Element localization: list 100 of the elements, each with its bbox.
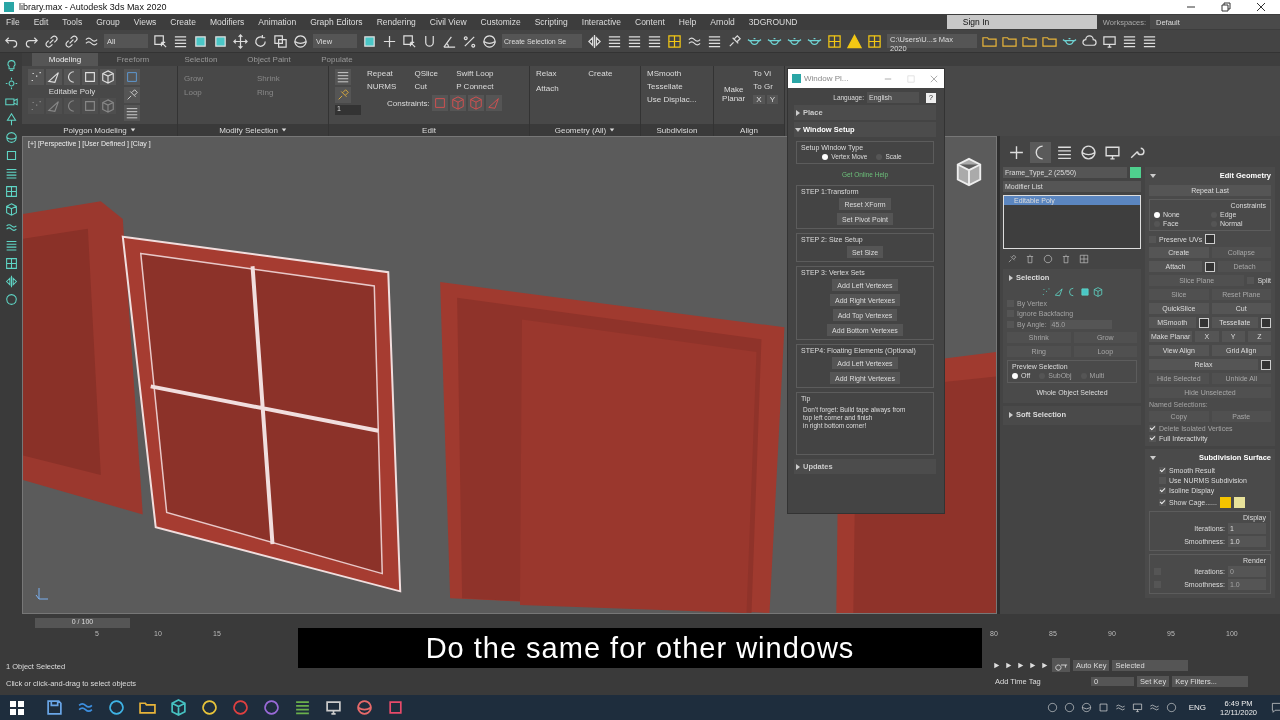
sun-icon[interactable] [4, 77, 18, 90]
list-icon[interactable] [294, 699, 311, 716]
warning-icon[interactable] [847, 33, 862, 49]
cube-icon[interactable] [1093, 287, 1103, 297]
square-icon[interactable] [193, 33, 208, 49]
cage-color-swatch[interactable] [1219, 497, 1231, 508]
vertex-icon[interactable] [28, 69, 44, 85]
square-icon[interactable] [1097, 702, 1109, 713]
monitor-icon[interactable] [1102, 33, 1117, 49]
axis-button[interactable]: X [753, 95, 765, 104]
ribbon-tool[interactable]: Repeat [367, 69, 405, 78]
menu-item[interactable]: Arnold [710, 17, 735, 27]
menu-item[interactable]: Content [635, 17, 665, 27]
trash-icon[interactable] [1025, 254, 1035, 264]
list-icon[interactable] [1142, 33, 1157, 49]
object-color-swatch[interactable] [1130, 167, 1141, 178]
wave-icon[interactable] [1148, 702, 1160, 713]
rotate-icon[interactable] [253, 33, 268, 49]
arc-icon[interactable] [64, 69, 80, 85]
list-icon[interactable] [607, 33, 622, 49]
scale-icon[interactable] [273, 33, 288, 49]
settings-button[interactable] [1198, 317, 1209, 328]
select-icon[interactable] [402, 33, 417, 49]
arc-icon[interactable] [1030, 142, 1051, 163]
ribbon-tab[interactable]: Selection [168, 53, 234, 66]
menu-item[interactable]: Edit [33, 17, 49, 27]
pin-icon[interactable] [124, 87, 140, 103]
menu-item[interactable]: Group [96, 17, 120, 27]
cloud-icon[interactable] [1082, 33, 1097, 49]
menu-item[interactable]: Help [678, 17, 697, 27]
menu-item[interactable]: Create [170, 17, 196, 27]
square-icon[interactable] [82, 69, 98, 85]
checkbox[interactable] [1159, 467, 1166, 474]
menu-item[interactable]: Civil View [429, 17, 467, 27]
triangle-icon[interactable] [1054, 287, 1064, 297]
list-icon[interactable] [1122, 33, 1137, 49]
grid-icon[interactable] [4, 185, 18, 198]
checkbox[interactable] [1149, 435, 1156, 442]
pin-icon[interactable] [727, 33, 742, 49]
list-icon[interactable] [627, 33, 642, 49]
ribbon-tool[interactable]: NURMS [367, 82, 405, 91]
grid-icon[interactable] [827, 33, 842, 49]
panel-title[interactable]: Geometry (All) [530, 124, 640, 136]
grid-icon[interactable] [4, 257, 18, 270]
ribbon-tool[interactable]: Use Displac... [647, 95, 707, 104]
monitor-icon[interactable] [1131, 702, 1143, 713]
cube-icon[interactable] [170, 699, 187, 716]
menu-item[interactable]: Modifiers [209, 17, 245, 27]
grid-icon[interactable] [1079, 254, 1089, 264]
ribbon-tab[interactable]: Object Paint [236, 53, 302, 66]
ribbon-tool[interactable]: Relax [536, 69, 581, 78]
triangle-icon[interactable] [46, 69, 62, 85]
ribbon-tool[interactable]: To Gr [753, 82, 778, 91]
mirror-icon[interactable] [587, 33, 602, 49]
settings-button[interactable] [1205, 234, 1216, 244]
pin-icon[interactable] [1007, 254, 1017, 264]
link-icon[interactable] [64, 33, 79, 49]
list-icon[interactable] [4, 167, 18, 180]
menu-item[interactable]: File [6, 17, 20, 27]
square-icon[interactable] [1080, 287, 1090, 297]
camera-icon[interactable] [4, 95, 18, 108]
ribbon-tool[interactable]: QSlice [414, 69, 447, 78]
start-button[interactable] [10, 700, 24, 715]
settings-button[interactable] [1261, 317, 1271, 328]
notification-icon[interactable] [1271, 702, 1280, 713]
menu-item[interactable]: Animation [258, 17, 297, 27]
ribbon-tool[interactable]: Tessellate [647, 82, 707, 91]
ribbon-tool[interactable]: Create [588, 69, 634, 78]
cube-icon[interactable] [100, 69, 116, 85]
square-icon[interactable] [362, 33, 377, 49]
checkbox[interactable] [1159, 499, 1166, 506]
ribbon-tool[interactable]: To Vi [753, 69, 778, 78]
grid-icon[interactable] [867, 33, 882, 49]
cage-color-swatch[interactable] [1233, 497, 1245, 508]
pin-icon[interactable] [335, 87, 351, 103]
mirror-icon[interactable] [4, 275, 18, 288]
menu-item[interactable]: Graph Editors [310, 17, 363, 27]
ribbon-tab[interactable]: Populate [304, 53, 370, 66]
input-language[interactable]: ENG [1188, 703, 1206, 712]
menu-item[interactable]: Interactive [581, 17, 621, 27]
cube-icon[interactable] [4, 203, 18, 216]
menu-item[interactable]: Customize [480, 17, 521, 27]
radio-button[interactable] [1012, 372, 1018, 379]
move-icon[interactable] [233, 33, 248, 49]
ribbon-tool[interactable]: Cut [414, 82, 447, 91]
checkbox[interactable] [1159, 487, 1166, 494]
cube-icon[interactable] [954, 157, 984, 187]
wave-icon[interactable] [1114, 702, 1126, 713]
select-icon[interactable] [153, 33, 168, 49]
axis-button[interactable]: Y [766, 95, 778, 104]
menu-item[interactable]: Tools [62, 17, 83, 27]
list-icon[interactable] [124, 105, 140, 121]
close-icon[interactable] [1256, 2, 1266, 12]
menu-item[interactable]: Rendering [376, 17, 416, 27]
radio-button[interactable] [1154, 211, 1160, 218]
restore-icon[interactable] [1221, 2, 1231, 12]
list-icon[interactable] [647, 33, 662, 49]
percent-icon[interactable] [462, 33, 477, 49]
wave-icon[interactable] [4, 221, 18, 234]
ribbon-tool[interactable]: P Connect [456, 82, 502, 91]
